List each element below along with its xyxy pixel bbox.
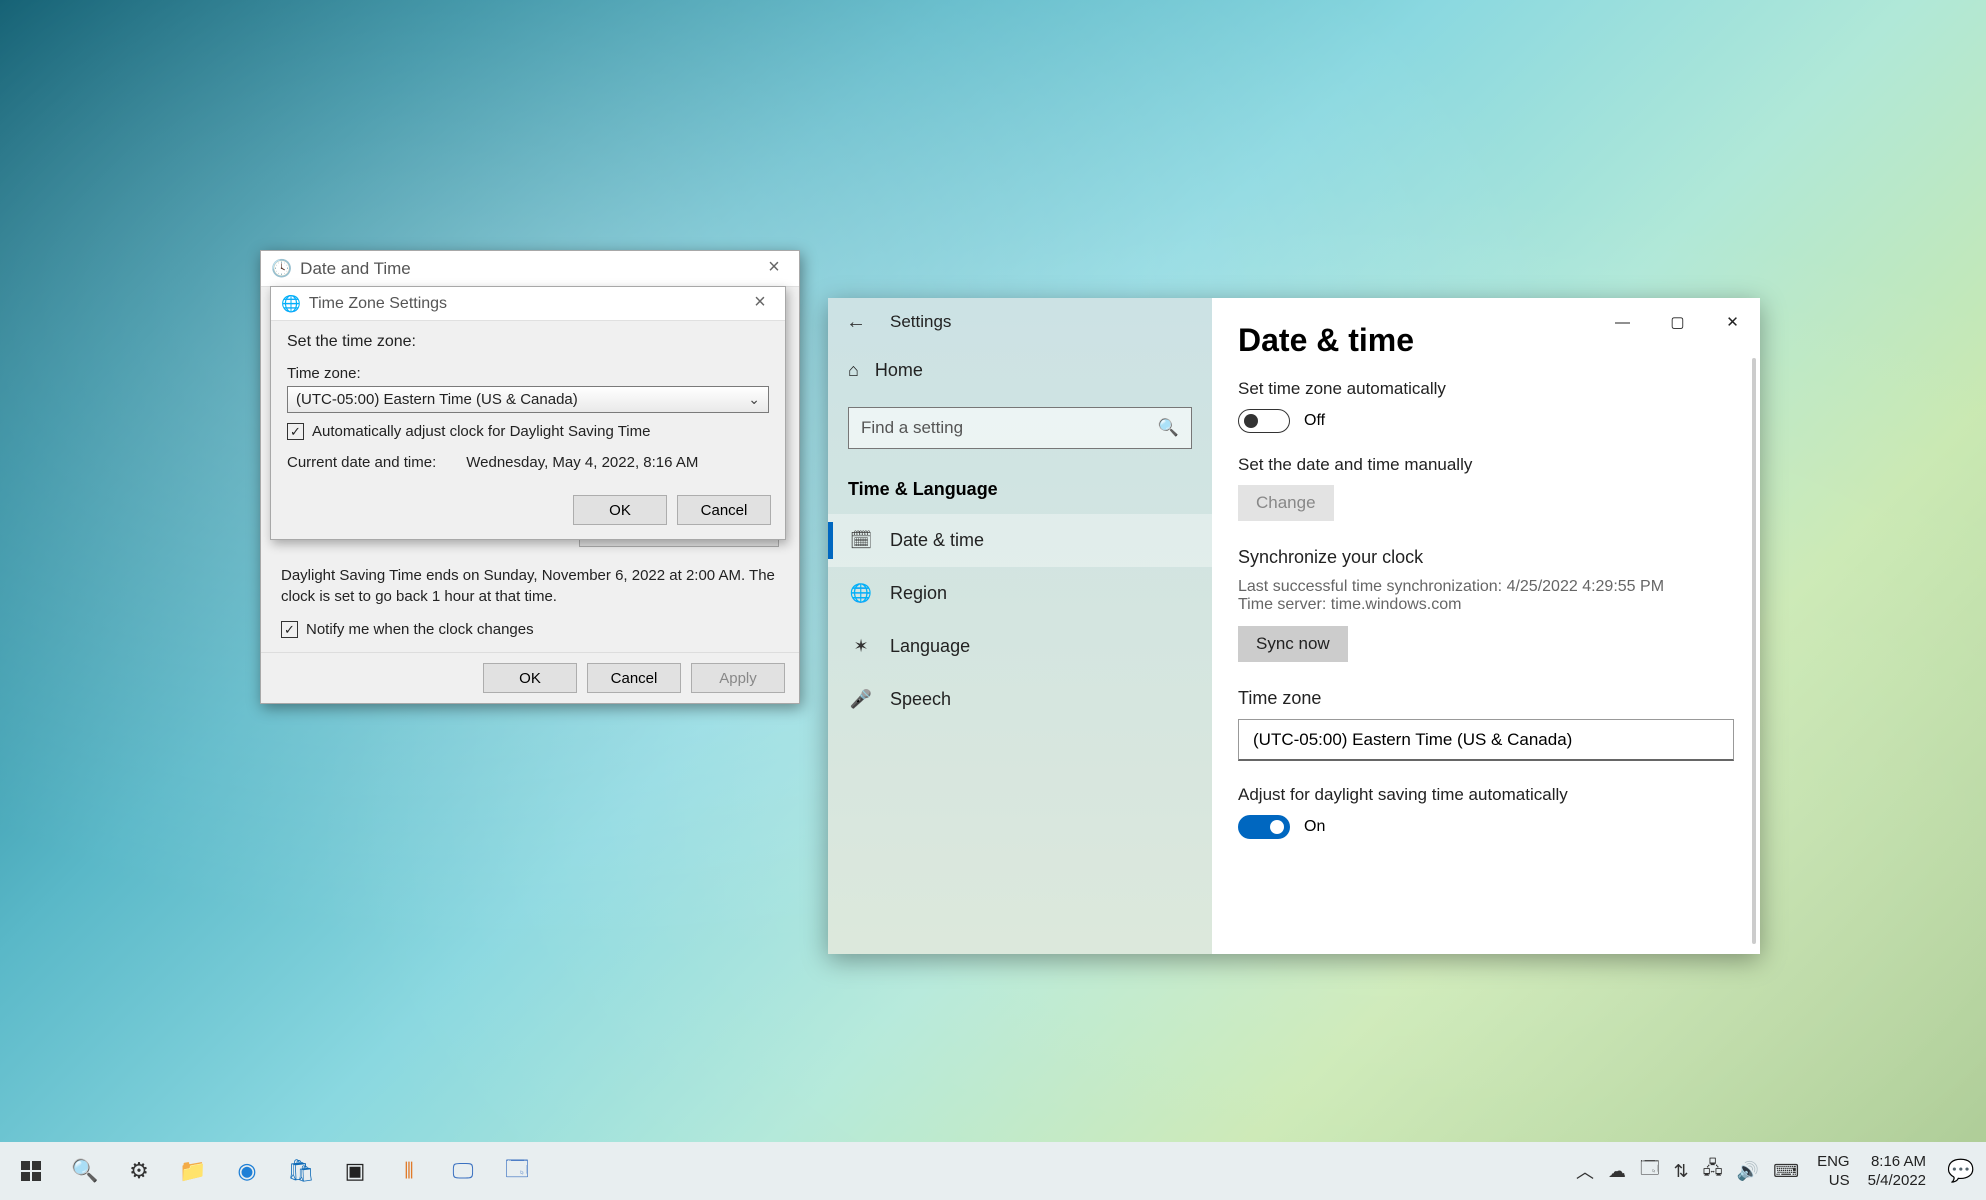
sidebar-item-region[interactable]: 🌐 Region bbox=[828, 567, 1212, 620]
dialog-titlebar[interactable]: 🕓 Date and Time × bbox=[261, 251, 799, 287]
manual-datetime-label: Set the date and time manually bbox=[1238, 455, 1734, 475]
search-placeholder: Find a setting bbox=[861, 418, 963, 438]
sidebar-item-label: Date & time bbox=[890, 530, 984, 551]
sync-server-text: Time server: time.windows.com bbox=[1238, 596, 1734, 614]
minimize-button[interactable]: ― bbox=[1595, 300, 1650, 344]
cancel-button[interactable]: Cancel bbox=[677, 495, 771, 525]
language-icon: ✶ bbox=[850, 636, 872, 657]
notify-label: Notify me when the clock changes bbox=[306, 621, 534, 638]
app-title: Settings bbox=[890, 312, 951, 332]
onedrive-icon[interactable]: ☁ bbox=[1608, 1161, 1626, 1182]
network-icon[interactable]: 🖧 bbox=[1703, 1156, 1723, 1186]
settings-sidebar: ← Settings ⌂ Home Find a setting 🔍 Time … bbox=[828, 298, 1212, 954]
back-icon[interactable]: ← bbox=[846, 311, 866, 334]
sidebar-item-language[interactable]: ✶ Language bbox=[828, 620, 1212, 673]
current-datetime-label: Current date and time: bbox=[287, 454, 436, 471]
close-button[interactable]: ✕ bbox=[1705, 300, 1760, 344]
sync-now-button[interactable]: Sync now bbox=[1238, 626, 1348, 662]
start-button[interactable] bbox=[8, 1148, 54, 1194]
ok-button[interactable]: OK bbox=[483, 663, 577, 693]
timezone-dropdown[interactable]: (UTC-05:00) Eastern Time (US & Canada) ⌄ bbox=[287, 386, 769, 413]
dst-state: On bbox=[1304, 818, 1325, 836]
search-button[interactable]: 🔍 bbox=[62, 1148, 108, 1194]
maximize-button[interactable]: ▢ bbox=[1650, 300, 1705, 344]
dialog-title: Time Zone Settings bbox=[309, 295, 447, 313]
search-icon: 🔍 bbox=[1158, 418, 1179, 438]
tray-icon[interactable]: ⇅ bbox=[1674, 1161, 1689, 1182]
calendar-icon: 🗓 bbox=[850, 530, 872, 551]
home-icon: ⌂ bbox=[848, 360, 859, 381]
dst-toggle[interactable] bbox=[1238, 815, 1290, 839]
dialog-titlebar[interactable]: 🌐 Time Zone Settings × bbox=[271, 287, 785, 321]
auto-dst-checkbox[interactable]: ✓ bbox=[287, 423, 304, 440]
app-icon[interactable]: 🖵 bbox=[440, 1148, 486, 1194]
tray-overflow-icon[interactable]: ︿ bbox=[1576, 1158, 1594, 1184]
apply-button[interactable]: Apply bbox=[691, 663, 785, 693]
sidebar-section-title: Time & Language bbox=[828, 469, 1212, 514]
settings-content: ― ▢ ✕ Date & time Set time zone automati… bbox=[1212, 298, 1760, 954]
tray-icon[interactable]: 🗔 bbox=[1640, 1156, 1660, 1186]
clock-icon: 🕓 bbox=[271, 259, 292, 279]
auto-dst-label: Automatically adjust clock for Daylight … bbox=[312, 423, 650, 440]
auto-tz-state: Off bbox=[1304, 412, 1325, 430]
sidebar-item-label: Language bbox=[890, 636, 970, 657]
microphone-icon: 🎤 bbox=[850, 689, 872, 710]
sync-heading: Synchronize your clock bbox=[1238, 547, 1734, 568]
timezone-settings-dialog: 🌐 Time Zone Settings × Set the time zone… bbox=[270, 286, 786, 540]
auto-tz-label: Set time zone automatically bbox=[1238, 379, 1734, 399]
dst-label: Adjust for daylight saving time automati… bbox=[1238, 785, 1734, 805]
settings-taskbar-icon[interactable]: ⚙ bbox=[116, 1148, 162, 1194]
chevron-down-icon: ⌄ bbox=[748, 391, 760, 408]
set-timezone-label: Set the time zone: bbox=[287, 333, 769, 351]
notify-checkbox[interactable]: ✓ bbox=[281, 621, 298, 638]
timezone-heading: Time zone bbox=[1238, 688, 1734, 709]
sidebar-item-speech[interactable]: 🎤 Speech bbox=[828, 673, 1212, 726]
timezone-value: (UTC-05:00) Eastern Time (US & Canada) bbox=[296, 391, 578, 408]
current-datetime-value: Wednesday, May 4, 2022, 8:16 AM bbox=[466, 454, 698, 471]
sidebar-item-label: Home bbox=[875, 360, 923, 381]
app-icon[interactable]: ⦀ bbox=[386, 1148, 432, 1194]
dst-info-text: Daylight Saving Time ends on Sunday, Nov… bbox=[281, 565, 779, 607]
cancel-button[interactable]: Cancel bbox=[587, 663, 681, 693]
close-icon[interactable]: × bbox=[759, 257, 789, 281]
language-indicator[interactable]: ENG US bbox=[1817, 1152, 1850, 1191]
search-input[interactable]: Find a setting 🔍 bbox=[848, 407, 1192, 449]
sidebar-item-label: Region bbox=[890, 583, 947, 604]
sidebar-item-date-time[interactable]: 🗓 Date & time bbox=[828, 514, 1212, 567]
auto-tz-toggle[interactable] bbox=[1238, 409, 1290, 433]
taskbar: 🔍 ⚙ 📁 ◉ 🛍 ▣ ⦀ 🖵 🗔 ︿ ☁ 🗔 ⇅ 🖧 🔊 ⌨ ENG US 8… bbox=[0, 1142, 1986, 1200]
clock[interactable]: 8:16 AM 5/4/2022 bbox=[1868, 1152, 1926, 1191]
settings-window: ← Settings ⌂ Home Find a setting 🔍 Time … bbox=[828, 298, 1760, 954]
globe-icon: 🌐 bbox=[281, 294, 301, 314]
globe-icon: 🌐 bbox=[850, 583, 872, 604]
volume-icon[interactable]: 🔊 bbox=[1737, 1161, 1759, 1182]
sync-last-text: Last successful time synchronization: 4/… bbox=[1238, 578, 1734, 596]
timezone-dropdown[interactable]: (UTC-05:00) Eastern Time (US & Canada) bbox=[1238, 719, 1734, 761]
close-icon[interactable]: × bbox=[745, 292, 775, 316]
action-center-icon[interactable]: 💬 bbox=[1944, 1148, 1978, 1194]
sidebar-item-label: Speech bbox=[890, 689, 951, 710]
edge-icon[interactable]: ◉ bbox=[224, 1148, 270, 1194]
terminal-icon[interactable]: ▣ bbox=[332, 1148, 378, 1194]
app-icon[interactable]: 🗔 bbox=[494, 1148, 540, 1194]
timezone-label: Time zone: bbox=[287, 365, 769, 382]
sidebar-item-home[interactable]: ⌂ Home bbox=[828, 346, 1212, 395]
change-button[interactable]: Change bbox=[1238, 485, 1334, 521]
dialog-title: Date and Time bbox=[300, 259, 411, 279]
ok-button[interactable]: OK bbox=[573, 495, 667, 525]
timezone-value: (UTC-05:00) Eastern Time (US & Canada) bbox=[1253, 730, 1572, 750]
store-icon[interactable]: 🛍 bbox=[278, 1148, 324, 1194]
keyboard-icon[interactable]: ⌨ bbox=[1773, 1161, 1799, 1182]
file-explorer-icon[interactable]: 📁 bbox=[170, 1148, 216, 1194]
